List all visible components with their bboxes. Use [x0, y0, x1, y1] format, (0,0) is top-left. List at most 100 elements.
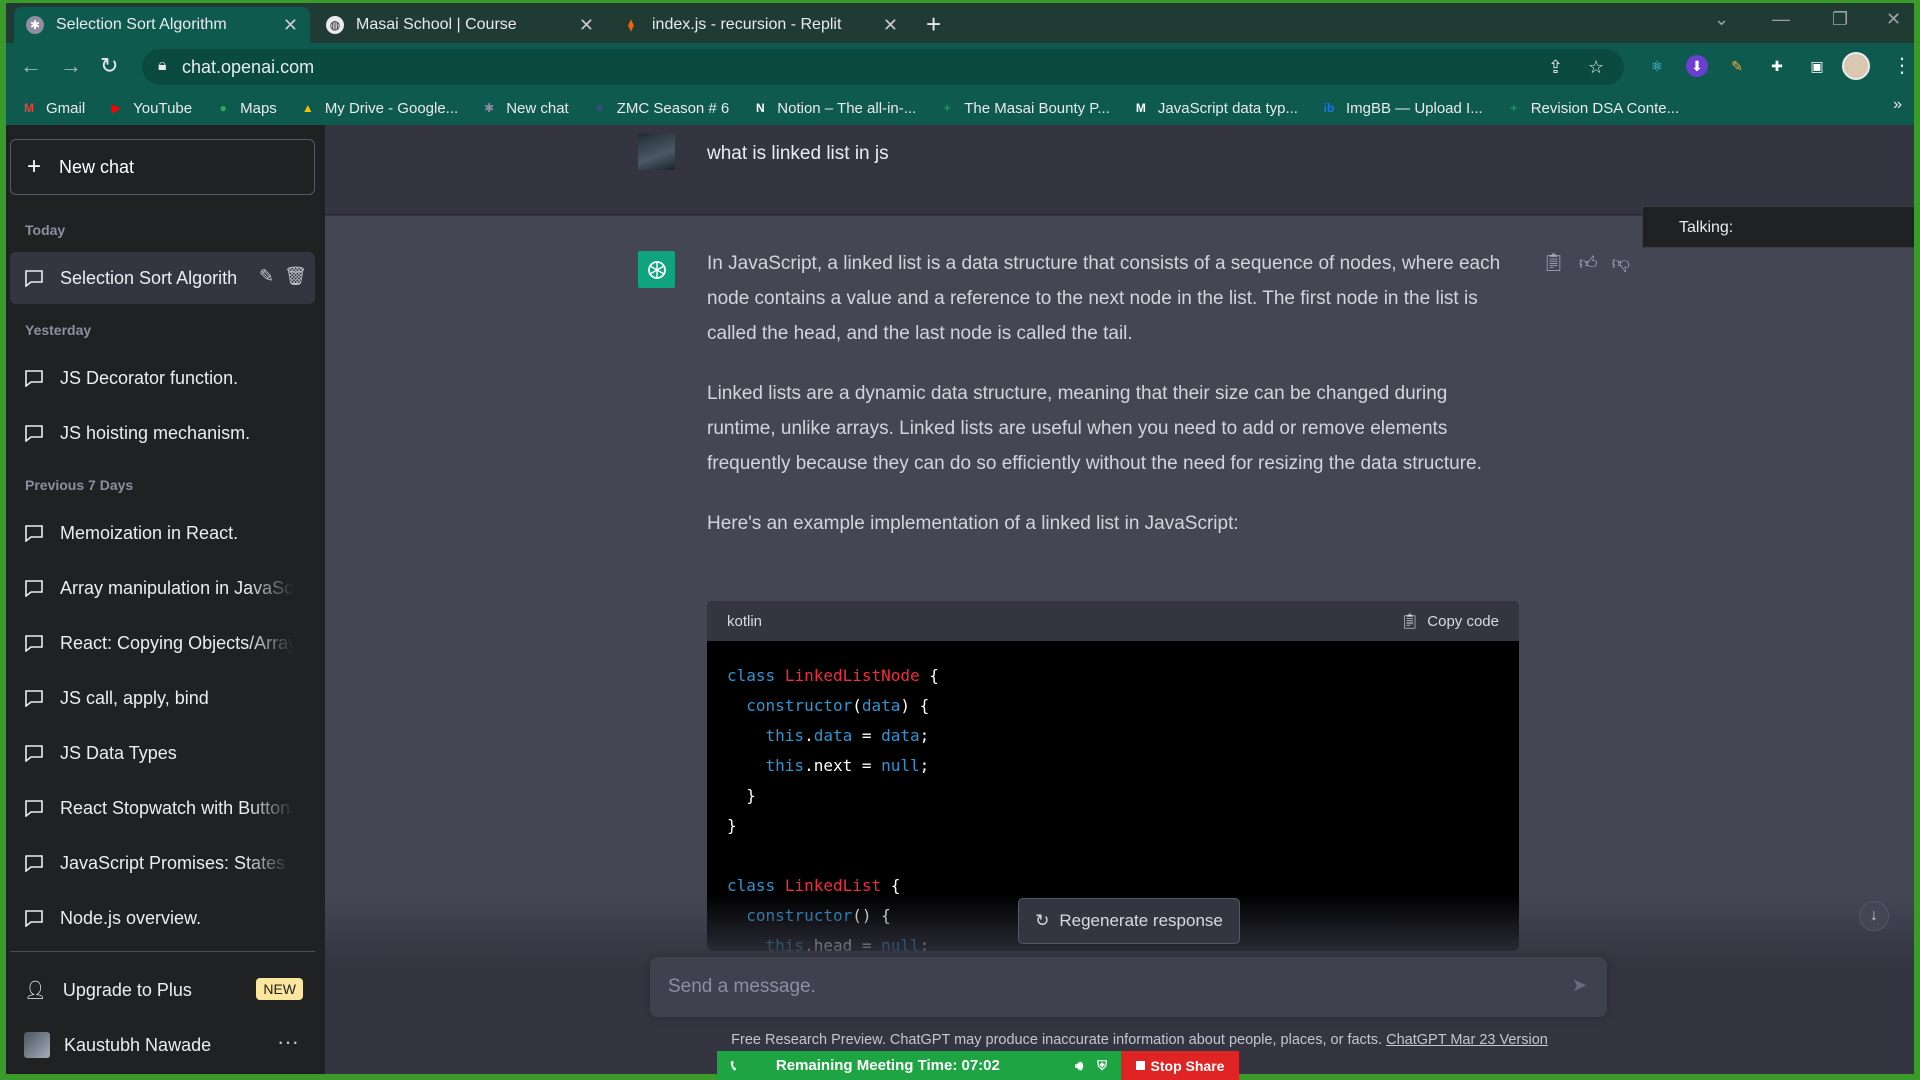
code-header: kotlin 📋︎ Copy code [707, 601, 1519, 641]
extensions-puzzle-icon[interactable]: ✚ [1766, 55, 1788, 77]
sidebar-item-label: Array manipulation in JavaScri [60, 577, 294, 598]
user-menu-button[interactable]: Kaustubh Nawade ··· [10, 1019, 315, 1071]
new-badge: NEW [256, 978, 303, 1000]
answer-paragraph: Linked lists are a dynamic data structur… [707, 383, 1482, 474]
restore-button[interactable]: ❐ [1832, 9, 1848, 30]
close-window-button[interactable]: ✕ [1886, 9, 1901, 30]
thumbs-up-icon[interactable]: 👍︎ [1579, 252, 1598, 274]
lock-icon[interactable]: 🔒︎ [158, 57, 167, 75]
pen-extension-icon[interactable]: ✎ [1726, 55, 1748, 77]
user-message-text: what is linked list in js [707, 143, 889, 164]
download-extension-icon[interactable]: ⬇ [1686, 55, 1708, 77]
chat-bubble-icon [25, 270, 43, 287]
sidebar-chat-item[interactable]: React: Copying Objects/Arrays [10, 617, 315, 669]
chat-bubble-icon [25, 525, 43, 542]
code-language: kotlin [727, 612, 763, 630]
sidebar-chat-item[interactable]: Node.js overview. [10, 892, 315, 944]
url-text[interactable]: chat.openai.com [182, 57, 314, 78]
chat-bubble-icon [25, 800, 43, 817]
tab-masai-school[interactable]: ◍ Masai School | Course ✕ [314, 7, 606, 43]
forward-button[interactable]: → [60, 53, 82, 79]
close-icon[interactable]: ✕ [283, 15, 298, 36]
address-bar[interactable]: 🔒︎ chat.openai.com ⇪ ☆ [142, 49, 1624, 85]
chat-bubble-icon [25, 745, 43, 762]
upgrade-label: Upgrade to Plus [62, 979, 192, 1000]
footer-text: Free Research Preview. ChatGPT may produ… [731, 1032, 1387, 1048]
sidebar-chat-item[interactable]: React Stopwatch with Buttons [10, 782, 315, 834]
bookmark-item[interactable]: ≡ ZMC Season # 6 [591, 99, 729, 117]
bookmark-label: Maps [240, 99, 277, 117]
copy-icon[interactable]: 📋︎ [1542, 252, 1565, 274]
replit-icon: ⧫ [628, 18, 634, 32]
bookmark-star-icon[interactable]: ☆ [1588, 57, 1604, 78]
sidebar-item-label: React: Copying Objects/Arrays [60, 632, 294, 653]
scroll-down-button[interactable]: ↓ [1859, 901, 1889, 931]
bookmark-item[interactable]: ▲ My Drive - Google... [299, 99, 458, 117]
shield-icon[interactable]: ⛨ [1097, 1058, 1107, 1074]
talking-label: Talking: [1679, 219, 1734, 236]
sidebar-chat-item[interactable]: JavaScript Promises: States. [10, 837, 315, 889]
sidebar-item-selection-sort[interactable]: Selection Sort Algorith ✎ 🗑︎ [10, 252, 315, 304]
chat-bubble-icon [25, 690, 43, 707]
section-label-today: Today [25, 222, 66, 238]
bookmark-item[interactable]: + Revision DSA Conte... [1505, 99, 1679, 117]
refresh-icon: ↻ [1035, 911, 1050, 930]
profile-avatar[interactable] [1842, 52, 1870, 80]
minimize-button[interactable]: — [1772, 9, 1790, 30]
message-input[interactable] [668, 971, 1548, 1003]
bookmark-item[interactable]: M JavaScript data typ... [1132, 99, 1298, 117]
tab-replit[interactable]: ⧫ index.js - recursion - Replit ✕ [610, 7, 910, 43]
regenerate-label: Regenerate response [1059, 911, 1223, 930]
back-button[interactable]: ← [20, 53, 42, 79]
bookmark-item[interactable]: N Notion – The all-in-... [751, 99, 916, 117]
bookmark-item[interactable]: M Gmail [20, 99, 85, 117]
tab-selection-sort[interactable]: ✱ Selection Sort Algorithm ✕ [14, 7, 310, 43]
sidebar-chat-item[interactable]: Memoization in React. [10, 507, 315, 559]
upgrade-to-plus-button[interactable]: 👤︎ Upgrade to Plus NEW [10, 964, 315, 1016]
sidebar-chat-item[interactable]: JS Data Types [10, 727, 315, 779]
react-devtools-icon[interactable]: ⚛ [1646, 55, 1668, 77]
close-icon[interactable]: ✕ [883, 15, 898, 36]
reload-button[interactable]: ↻ [100, 53, 118, 79]
copy-code-button[interactable]: 📋︎ Copy code [1400, 612, 1499, 631]
version-link[interactable]: ChatGPT Mar 23 Version [1386, 1032, 1548, 1048]
thumbs-down-icon[interactable]: 👎︎ [1612, 252, 1630, 274]
bookmark-label: Revision DSA Conte... [1530, 99, 1680, 117]
maps-icon: ● [219, 101, 227, 115]
sidebar-chat-item[interactable]: Array manipulation in JavaScri [10, 562, 315, 614]
bookmark-item[interactable]: ● Maps [214, 99, 277, 117]
regenerate-response-button[interactable]: ↻ Regenerate response [1018, 898, 1240, 944]
bookmarks-bar: M Gmail ▶ YouTube ● Maps ▲ My Drive - Google...… [6, 91, 1914, 125]
edit-icon[interactable]: ✎ [259, 266, 274, 287]
more-options-icon[interactable]: ··· [277, 1029, 299, 1055]
bookmark-label: New chat [506, 99, 569, 117]
answer-paragraph: In JavaScript, a linked list is a data s… [707, 253, 1501, 344]
bookmark-item[interactable]: ✱ New chat [480, 99, 569, 117]
sidebar-item-label: JavaScript Promises: States. [60, 852, 291, 873]
stop-share-button[interactable]: Stop Share [1121, 1051, 1239, 1080]
speaker-icon[interactable]: 🔊︎ [1075, 1058, 1083, 1074]
phone-icon[interactable]: 📞︎ [731, 1057, 736, 1074]
send-icon[interactable]: ➤ [1572, 975, 1587, 996]
side-panel-icon[interactable]: ▣ [1806, 55, 1828, 77]
stop-share-label: Stop Share [1150, 1057, 1225, 1074]
footer-disclaimer: Free Research Preview. ChatGPT may produ… [325, 1032, 1914, 1048]
copy-code-label: Copy code [1427, 612, 1499, 630]
share-icon[interactable]: ⇪ [1548, 57, 1563, 78]
sidebar-chat-item[interactable]: JS call, apply, bind [10, 672, 315, 724]
close-icon[interactable]: ✕ [579, 15, 594, 36]
trash-icon[interactable]: 🗑︎ [284, 266, 307, 287]
bookmark-item[interactable]: + The Masai Bounty P... [938, 99, 1110, 117]
bookmark-item[interactable]: ib ImgBB — Upload I... [1320, 99, 1483, 117]
sidebar-chat-item[interactable]: JS hoisting mechanism. [10, 407, 315, 459]
sidebar-item-label: JS call, apply, bind [60, 687, 209, 708]
browser-menu-icon[interactable]: ⋮ [1892, 53, 1912, 78]
new-tab-button[interactable]: + [926, 9, 941, 40]
new-chat-button[interactable]: + New chat [10, 139, 315, 195]
bookmark-label: ImgBB — Upload I... [1345, 99, 1483, 117]
bookmark-item[interactable]: ▶ YouTube [107, 99, 193, 117]
sidebar-item-label: JS Data Types [60, 742, 177, 763]
sidebar-chat-item[interactable]: JS Decorator function. [10, 352, 315, 404]
more-bookmarks-icon[interactable]: » [1893, 96, 1902, 114]
tab-search-icon[interactable]: ⌄ [1714, 9, 1729, 30]
